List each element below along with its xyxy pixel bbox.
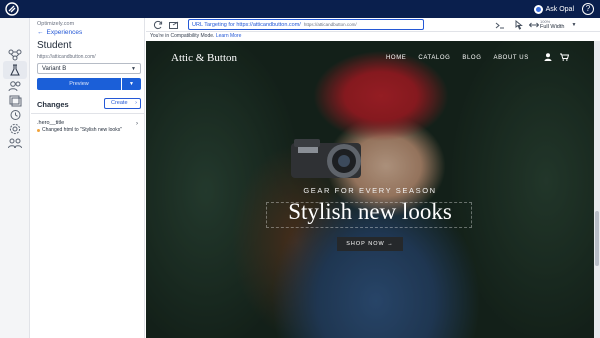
pages-icon[interactable] — [7, 94, 23, 108]
url-targeting-bar[interactable]: URL Targeting for https://atticandbutton… — [188, 19, 424, 30]
change-selector[interactable]: .hero__title — [37, 120, 64, 126]
nav-item-blog[interactable]: BLOG — [462, 55, 481, 61]
experiment-icon[interactable] — [3, 61, 27, 79]
help-button[interactable]: ? — [582, 3, 594, 15]
hero-title[interactable]: Stylish new looks — [146, 199, 594, 225]
editor-toolbar: URL Targeting for https://atticandbutton… — [146, 18, 600, 32]
chevron-right-icon[interactable]: › — [136, 121, 138, 127]
settings-icon[interactable] — [7, 122, 23, 136]
ask-opal-label: Ask Opal — [545, 5, 574, 13]
experience-title: Student — [37, 40, 72, 51]
arrow-left-icon: ← — [37, 29, 44, 36]
audiences-icon[interactable] — [7, 79, 23, 93]
current-url: https://atticandbutton.com/ — [303, 22, 357, 27]
back-to-experiences-link[interactable]: ← Experiences — [37, 29, 82, 36]
variant-select[interactable]: Variant B ▼ — [37, 63, 141, 74]
preview-options-button[interactable]: ▼ — [122, 78, 141, 90]
opal-icon — [533, 4, 543, 14]
top-bar: Ask Opal ? — [0, 0, 600, 18]
icon-rail — [0, 18, 30, 338]
width-mode: Full Width — [540, 24, 565, 30]
website-preview[interactable]: Attic & Button HOME CATALOG BLOG ABOUT U… — [146, 41, 594, 338]
preview-scrollbar[interactable] — [594, 41, 600, 338]
chevron-right-icon: › — [135, 100, 137, 106]
site-brand-logo[interactable]: Attic & Button — [171, 52, 237, 64]
change-description-text: Changed html to "Stylish new looks" — [42, 127, 122, 133]
experience-panel: Optimizely.com ← Experiences Student htt… — [31, 18, 145, 338]
experience-url: https://atticandbutton.com/ — [37, 54, 96, 60]
chevron-down-icon: ▼ — [131, 66, 136, 72]
resize-icon[interactable] — [528, 20, 539, 30]
optimizely-logo-icon[interactable] — [5, 2, 19, 16]
back-label: Experiences — [46, 29, 83, 36]
compatibility-message: You're in Compatibility Mode. — [150, 33, 215, 39]
nav-item-catalog[interactable]: CATALOG — [418, 55, 450, 61]
user-icon[interactable] — [544, 53, 552, 61]
divider — [31, 113, 145, 114]
interactive-mode-icon[interactable] — [512, 20, 523, 30]
ask-opal-button[interactable]: Ask Opal — [533, 3, 574, 15]
nav-item-home[interactable]: HOME — [386, 55, 406, 61]
collaborators-icon[interactable] — [7, 136, 23, 150]
learn-more-link[interactable]: Learn More — [216, 33, 242, 39]
account-name: Optimizely.com — [37, 21, 75, 27]
flows-icon[interactable] — [7, 48, 23, 62]
create-label: Create — [111, 100, 128, 106]
preview-button[interactable]: Preview — [37, 78, 121, 90]
scrollbar-thumb[interactable] — [595, 211, 599, 266]
viewport-width-select[interactable]: 100% Full Width ▼ — [540, 19, 576, 30]
create-button[interactable]: Create › — [104, 98, 141, 109]
url-targeting-label: URL Targeting for https://atticandbutton… — [192, 21, 301, 28]
nav-item-about-us[interactable]: ABOUT US — [493, 55, 528, 61]
shop-now-button[interactable]: SHOP NOW → — [337, 237, 403, 251]
site-nav: HOME CATALOG BLOG ABOUT US — [386, 55, 529, 61]
history-icon[interactable] — [7, 108, 23, 122]
navigate-mode-icon[interactable] — [168, 20, 179, 30]
chevron-down-icon: ▼ — [571, 21, 577, 28]
cart-icon[interactable] — [560, 53, 569, 61]
chevron-down-icon: ▼ — [129, 81, 134, 87]
hero-tagline: GEAR FOR EVERY SEASON — [303, 186, 437, 195]
camera-photo — [291, 139, 361, 178]
refresh-icon[interactable] — [152, 20, 163, 30]
code-editor-icon[interactable] — [494, 20, 505, 30]
change-status-dot — [37, 128, 40, 132]
changes-heading: Changes — [37, 100, 69, 109]
variant-value: Variant B — [42, 66, 67, 72]
compatibility-notice: You're in Compatibility Mode. Learn More — [146, 32, 600, 41]
change-description[interactable]: Changed html to "Stylish new looks" — [37, 127, 122, 133]
